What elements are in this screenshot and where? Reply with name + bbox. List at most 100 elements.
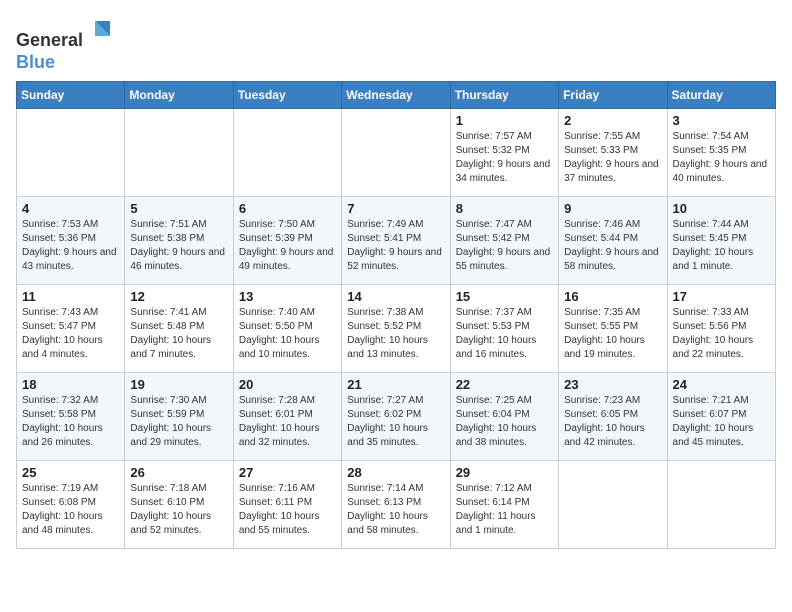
day-info: Sunrise: 7:19 AMSunset: 6:08 PMDaylight:… — [22, 482, 119, 538]
day-info: Sunrise: 7:47 AMSunset: 5:42 PMDaylight:… — [456, 218, 553, 274]
calendar-cell: 17 Sunrise: 7:33 AMSunset: 5:56 PMDayligh… — [667, 285, 775, 373]
day-number: 28 — [347, 465, 444, 480]
day-info: Sunrise: 7:32 AMSunset: 5:58 PMDaylight:… — [22, 394, 119, 450]
calendar-cell — [342, 109, 450, 197]
day-info: Sunrise: 7:14 AMSunset: 6:13 PMDaylight:… — [347, 482, 444, 538]
day-info: Sunrise: 7:25 AMSunset: 6:04 PMDaylight:… — [456, 394, 553, 450]
day-number: 17 — [673, 289, 770, 304]
day-number: 11 — [22, 289, 119, 304]
day-number: 23 — [564, 377, 661, 392]
calendar-cell: 6 Sunrise: 7:50 AMSunset: 5:39 PMDaylight… — [233, 197, 341, 285]
page-header: General Blue — [16, 16, 776, 73]
calendar-table: SundayMondayTuesdayWednesdayThursdayFrid… — [16, 81, 776, 549]
weekday-header-monday: Monday — [125, 82, 233, 109]
day-number: 18 — [22, 377, 119, 392]
day-number: 1 — [456, 113, 553, 128]
day-number: 24 — [673, 377, 770, 392]
calendar-cell: 4Sunrise: 7:53 AMSunset: 5:36 PMDaylight… — [17, 197, 125, 285]
calendar-cell: 10Sunrise: 7:44 AMSunset: 5:45 PMDayligh… — [667, 197, 775, 285]
weekday-header-sunday: Sunday — [17, 82, 125, 109]
day-info: Sunrise: 7:23 AMSunset: 6:05 PMDaylight:… — [564, 394, 661, 450]
day-info: Sunrise: 7:46 AMSunset: 5:44 PMDaylight:… — [564, 218, 661, 274]
calendar-cell: 20 Sunrise: 7:28 AMSunset: 6:01 PMDayligh… — [233, 373, 341, 461]
day-info: Sunrise: 7:49 AMSunset: 5:41 PMDaylight:… — [347, 218, 444, 274]
day-number: 7 — [347, 201, 444, 216]
calendar-cell — [233, 109, 341, 197]
day-number: 20 — [239, 377, 336, 392]
day-info: Sunrise: 7:18 AMSunset: 6:10 PMDaylight:… — [130, 482, 227, 538]
day-number: 14 — [347, 289, 444, 304]
logo: General Blue — [16, 16, 115, 73]
calendar-cell: 16 Sunrise: 7:35 AMSunset: 5:55 PMDayligh… — [559, 285, 667, 373]
calendar-cell: 24 Sunrise: 7:21 AMSunset: 6:07 PMDayligh… — [667, 373, 775, 461]
day-info: Sunrise: 7:28 AMSunset: 6:01 PMDaylight:… — [239, 394, 336, 450]
calendar-week-row: 18 Sunrise: 7:32 AMSunset: 5:58 PMDayligh… — [17, 373, 776, 461]
day-info: Sunrise: 7:55 AMSunset: 5:33 PMDaylight:… — [564, 130, 661, 186]
day-info: Sunrise: 7:35 AMSunset: 5:55 PMDaylight:… — [564, 306, 661, 362]
day-number: 2 — [564, 113, 661, 128]
day-info: Sunrise: 7:53 AMSunset: 5:36 PMDaylight:… — [22, 218, 119, 274]
day-info: Sunrise: 7:33 AMSunset: 5:56 PMDaylight:… — [673, 306, 770, 362]
calendar-cell — [559, 461, 667, 549]
calendar-week-row: 1Sunrise: 7:57 AMSunset: 5:32 PMDaylight… — [17, 109, 776, 197]
day-number: 6 — [239, 201, 336, 216]
calendar-cell — [17, 109, 125, 197]
calendar-cell: 28 Sunrise: 7:14 AMSunset: 6:13 PMDayligh… — [342, 461, 450, 549]
calendar-week-row: 4Sunrise: 7:53 AMSunset: 5:36 PMDaylight… — [17, 197, 776, 285]
day-number: 5 — [130, 201, 227, 216]
day-info: Sunrise: 7:50 AMSunset: 5:39 PMDaylight:… — [239, 218, 336, 274]
day-number: 15 — [456, 289, 553, 304]
day-number: 16 — [564, 289, 661, 304]
calendar-cell: 12 Sunrise: 7:41 AMSunset: 5:48 PMDayligh… — [125, 285, 233, 373]
weekday-header-thursday: Thursday — [450, 82, 558, 109]
calendar-week-row: 11 Sunrise: 7:43 AMSunset: 5:47 PMDayligh… — [17, 285, 776, 373]
day-info: Sunrise: 7:21 AMSunset: 6:07 PMDaylight:… — [673, 394, 770, 450]
calendar-cell: 21 Sunrise: 7:27 AMSunset: 6:02 PMDayligh… — [342, 373, 450, 461]
calendar-cell: 13 Sunrise: 7:40 AMSunset: 5:50 PMDayligh… — [233, 285, 341, 373]
calendar-cell: 1Sunrise: 7:57 AMSunset: 5:32 PMDaylight… — [450, 109, 558, 197]
day-number: 13 — [239, 289, 336, 304]
calendar-cell: 3 Sunrise: 7:54 AMSunset: 5:35 PMDaylight… — [667, 109, 775, 197]
calendar-cell: 14 Sunrise: 7:38 AMSunset: 5:52 PMDayligh… — [342, 285, 450, 373]
logo-icon — [85, 16, 115, 46]
day-number: 3 — [673, 113, 770, 128]
weekday-header-friday: Friday — [559, 82, 667, 109]
day-info: Sunrise: 7:38 AMSunset: 5:52 PMDaylight:… — [347, 306, 444, 362]
day-number: 12 — [130, 289, 227, 304]
day-number: 27 — [239, 465, 336, 480]
calendar-cell: 5 Sunrise: 7:51 AMSunset: 5:38 PMDaylight… — [125, 197, 233, 285]
weekday-header-wednesday: Wednesday — [342, 82, 450, 109]
day-number: 8 — [456, 201, 553, 216]
day-number: 29 — [456, 465, 553, 480]
day-info: Sunrise: 7:44 AMSunset: 5:45 PMDaylight:… — [673, 218, 770, 274]
weekday-header-tuesday: Tuesday — [233, 82, 341, 109]
day-number: 26 — [130, 465, 227, 480]
calendar-cell: 15 Sunrise: 7:37 AMSunset: 5:53 PMDayligh… — [450, 285, 558, 373]
day-number: 21 — [347, 377, 444, 392]
day-info: Sunrise: 7:43 AMSunset: 5:47 PMDaylight:… — [22, 306, 119, 362]
day-info: Sunrise: 7:41 AMSunset: 5:48 PMDaylight:… — [130, 306, 227, 362]
calendar-cell: 18 Sunrise: 7:32 AMSunset: 5:58 PMDayligh… — [17, 373, 125, 461]
calendar-cell: 9Sunrise: 7:46 AMSunset: 5:44 PMDaylight… — [559, 197, 667, 285]
weekday-header-row: SundayMondayTuesdayWednesdayThursdayFrid… — [17, 82, 776, 109]
day-info: Sunrise: 7:30 AMSunset: 5:59 PMDaylight:… — [130, 394, 227, 450]
day-info: Sunrise: 7:51 AMSunset: 5:38 PMDaylight:… — [130, 218, 227, 274]
day-info: Sunrise: 7:27 AMSunset: 6:02 PMDaylight:… — [347, 394, 444, 450]
day-number: 25 — [22, 465, 119, 480]
day-info: Sunrise: 7:40 AMSunset: 5:50 PMDaylight:… — [239, 306, 336, 362]
calendar-cell: 29 Sunrise: 7:12 AMSunset: 6:14 PMDayligh… — [450, 461, 558, 549]
calendar-cell — [667, 461, 775, 549]
calendar-cell — [125, 109, 233, 197]
calendar-cell: 27Sunrise: 7:16 AMSunset: 6:11 PMDayligh… — [233, 461, 341, 549]
calendar-week-row: 25 Sunrise: 7:19 AMSunset: 6:08 PMDayligh… — [17, 461, 776, 549]
day-info: Sunrise: 7:37 AMSunset: 5:53 PMDaylight:… — [456, 306, 553, 362]
logo-text: General Blue — [16, 16, 115, 73]
calendar-cell: 7 Sunrise: 7:49 AMSunset: 5:41 PMDaylight… — [342, 197, 450, 285]
calendar-cell: 8 Sunrise: 7:47 AMSunset: 5:42 PMDaylight… — [450, 197, 558, 285]
day-info: Sunrise: 7:54 AMSunset: 5:35 PMDaylight:… — [673, 130, 770, 186]
weekday-header-saturday: Saturday — [667, 82, 775, 109]
calendar-cell: 26 Sunrise: 7:18 AMSunset: 6:10 PMDayligh… — [125, 461, 233, 549]
calendar-cell: 23 Sunrise: 7:23 AMSunset: 6:05 PMDayligh… — [559, 373, 667, 461]
calendar-cell: 19Sunrise: 7:30 AMSunset: 5:59 PMDayligh… — [125, 373, 233, 461]
day-info: Sunrise: 7:12 AMSunset: 6:14 PMDaylight:… — [456, 482, 553, 538]
